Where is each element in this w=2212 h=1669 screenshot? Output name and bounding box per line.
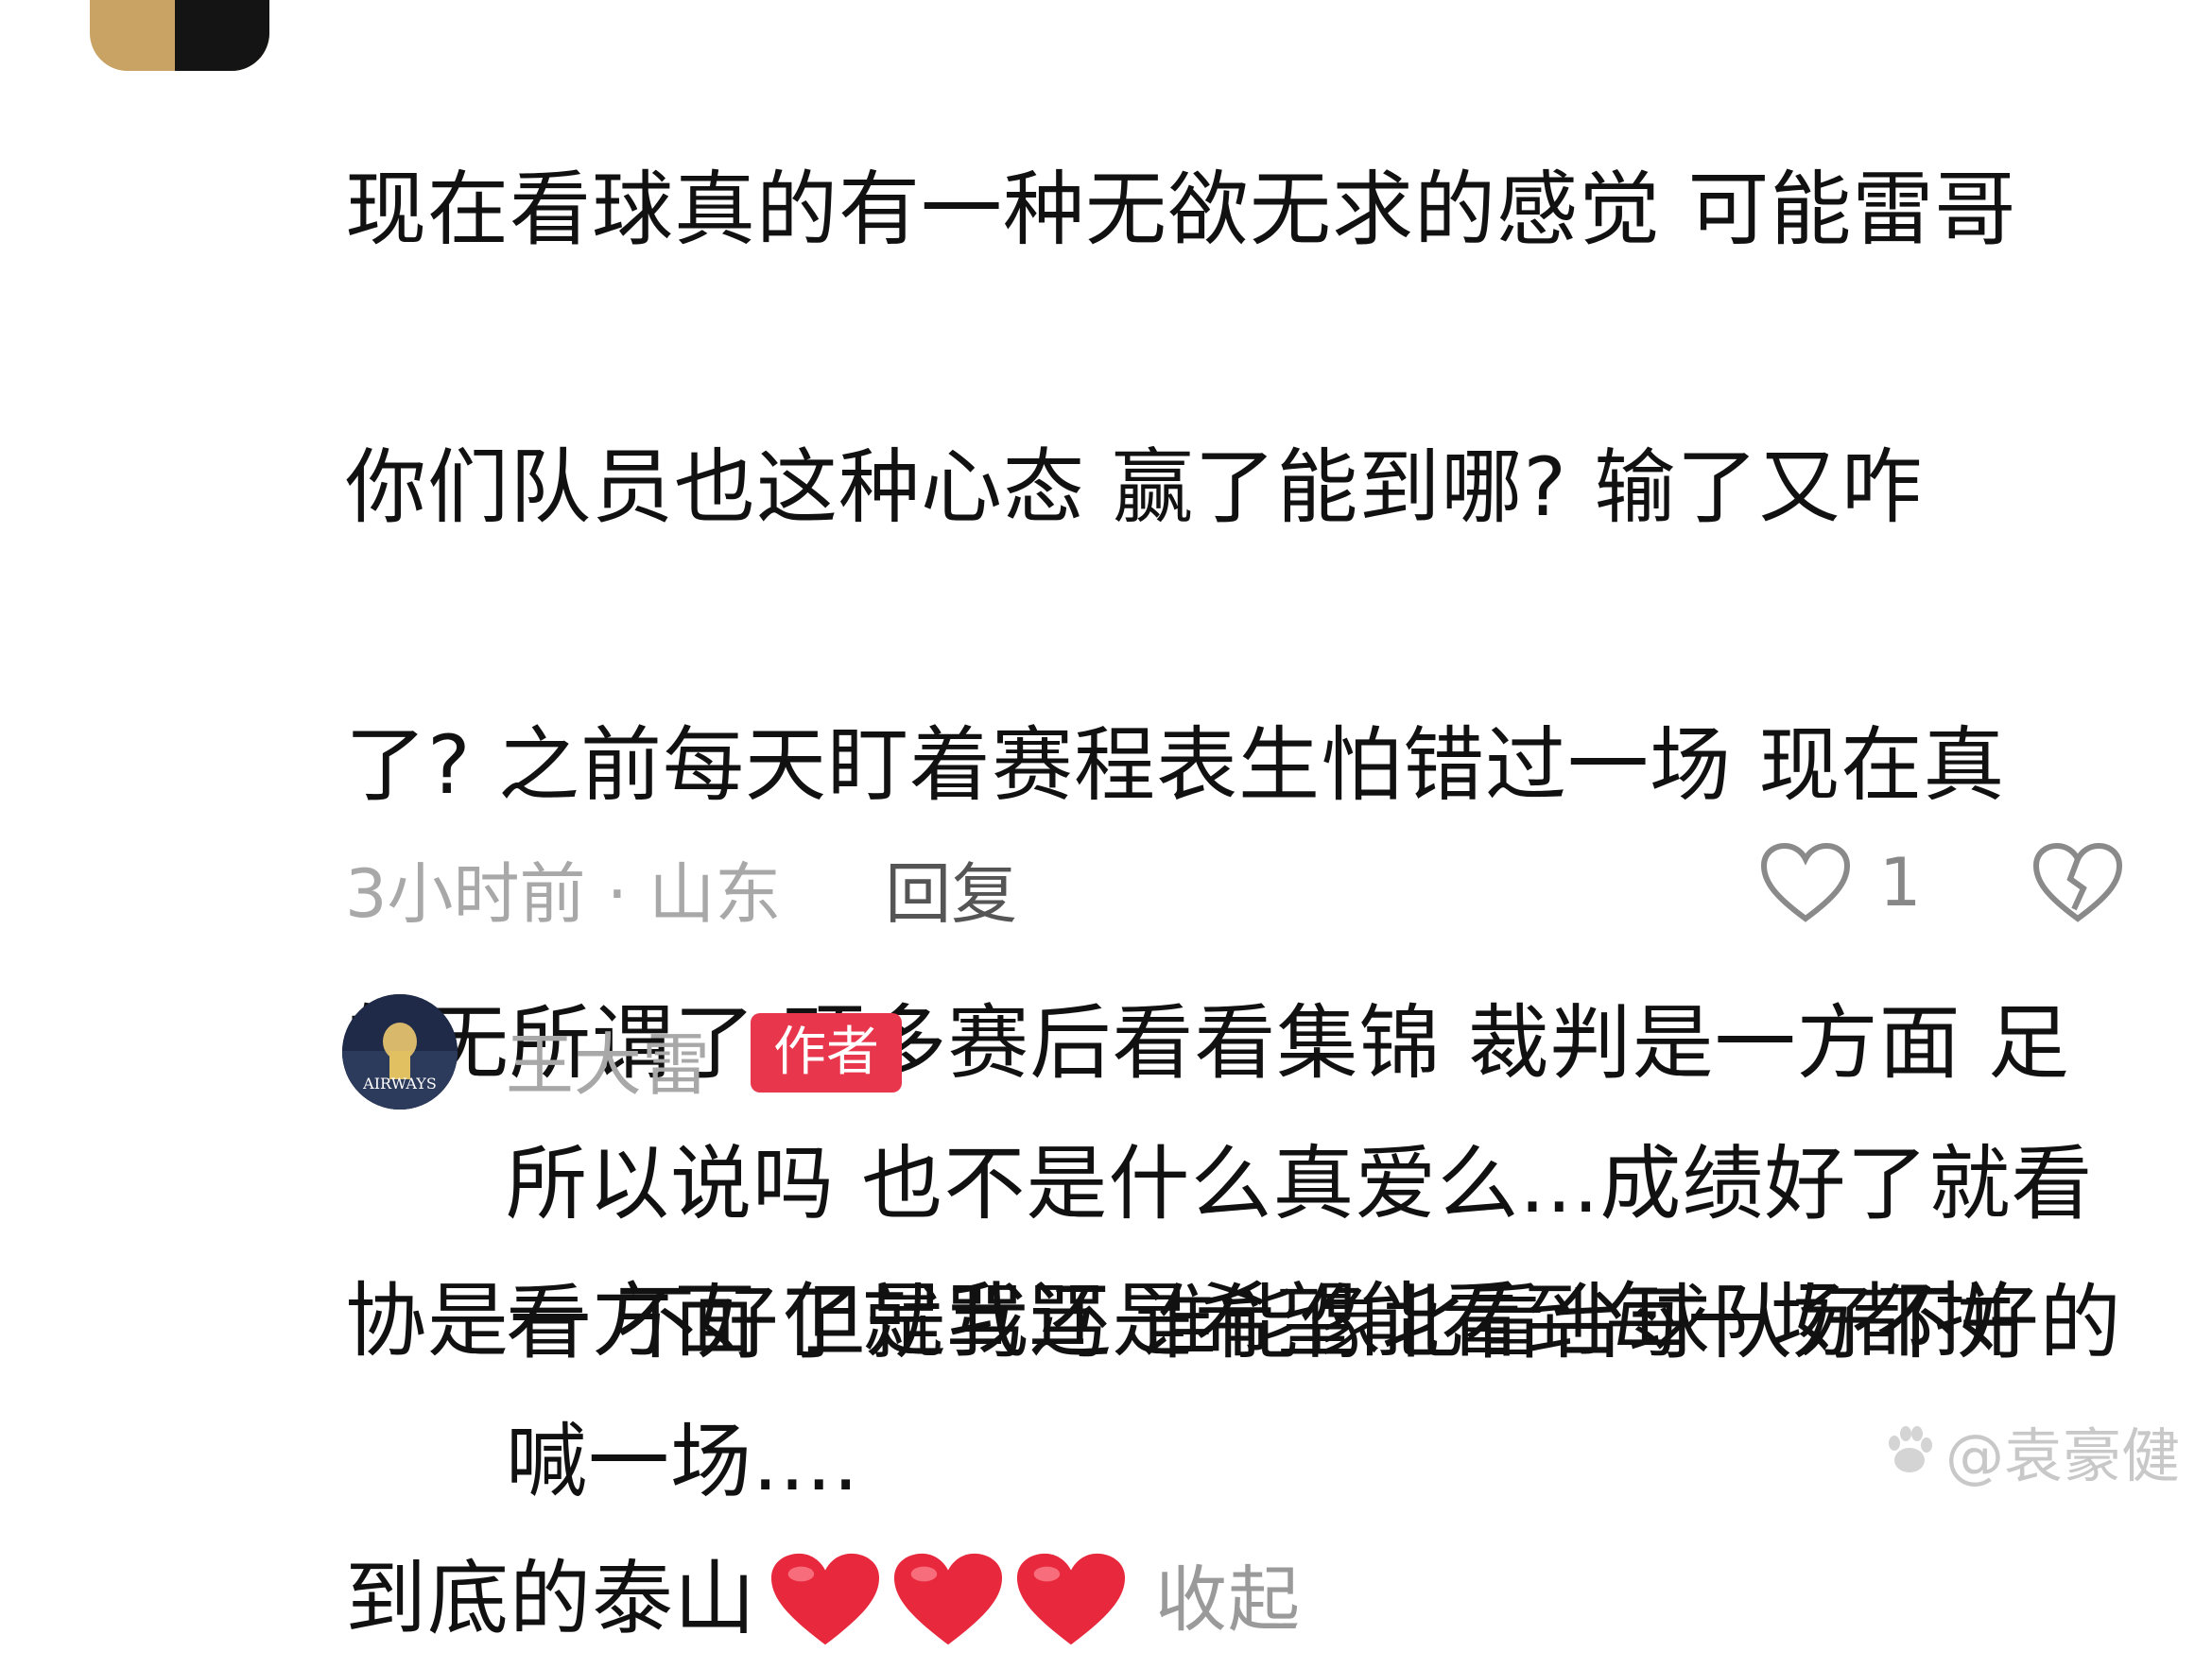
reply-button[interactable]: 回复 xyxy=(885,841,1017,937)
reply-author-name[interactable]: 王大雷 xyxy=(506,1009,710,1109)
comment-line: 现在看球真的有一种无欲无求的感觉 可能雷哥 xyxy=(345,163,2017,257)
comment-last-line: 到底的泰山 收起 xyxy=(345,1530,1301,1669)
dislike-button[interactable] xyxy=(2032,841,2123,928)
heart-emoji-icon xyxy=(1016,1553,1126,1644)
like-count: 1 xyxy=(1879,844,1922,921)
broken-heart-icon xyxy=(2032,842,2123,922)
heart-outline-icon xyxy=(1760,842,1851,922)
baidu-paw-icon xyxy=(1889,1426,1932,1472)
comment-meta: 3小时前 · 山东 回复 xyxy=(345,846,1017,933)
comment-line: 到底的泰山 xyxy=(345,1552,756,1646)
heart-emojis xyxy=(769,1551,1127,1649)
comment-line: 你们队员也这种心态 赢了能到哪? 输了又咋 xyxy=(345,440,1924,535)
comment-line: 了? 之前每天盯着赛程表生怕错过一场 现在真 xyxy=(345,718,2006,813)
heart-emoji-icon xyxy=(893,1553,1003,1644)
author-avatar[interactable]: AIRWAYS xyxy=(342,994,458,1110)
collapse-link[interactable]: 收起 xyxy=(1155,1530,1301,1669)
avatar-image: AIRWAYS xyxy=(342,994,458,1110)
watermark-text: @袁豪健 xyxy=(1945,1421,2181,1490)
heart-emoji-icon xyxy=(770,1553,880,1644)
watermark: @袁豪健 xyxy=(1881,1408,2180,1493)
comment-time-location: 3小时前 · 山东 xyxy=(345,854,782,933)
like-button[interactable]: 1 xyxy=(1760,841,1922,924)
avatar-caption: AIRWAYS xyxy=(362,1075,437,1093)
author-badge: 作者 xyxy=(751,1013,902,1093)
commenter-avatar[interactable] xyxy=(90,0,269,71)
